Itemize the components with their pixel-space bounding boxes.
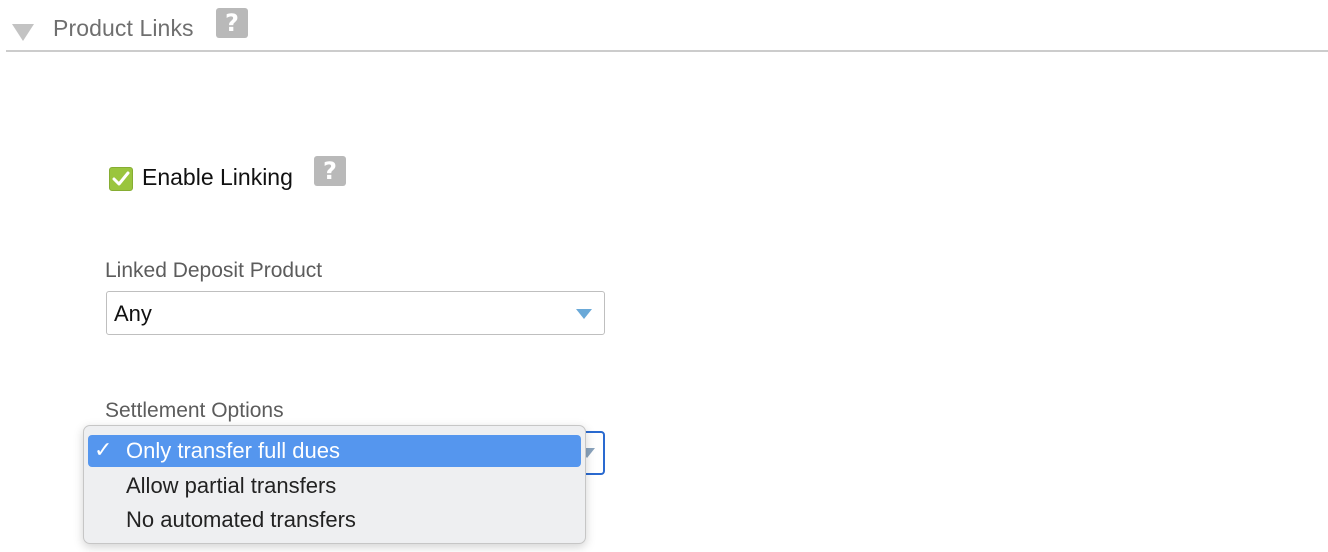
settlement-options-dropdown: ✓ Only transfer full dues Allow partial … <box>83 425 586 544</box>
option-label: Allow partial transfers <box>126 473 337 498</box>
chevron-down-icon <box>576 309 592 319</box>
section-header[interactable]: Product Links ? <box>0 0 1328 52</box>
section-title: Product Links <box>53 15 194 41</box>
linked-deposit-product-select[interactable]: Any <box>106 291 605 335</box>
section-divider <box>6 50 1328 52</box>
checkmark-icon <box>112 171 130 186</box>
option-label: Only transfer full dues <box>126 438 340 463</box>
enable-linking-label[interactable]: Enable Linking <box>142 164 293 191</box>
triangle-down-icon[interactable] <box>12 24 34 41</box>
help-icon[interactable]: ? <box>216 8 248 38</box>
enable-linking-checkbox[interactable] <box>109 167 133 191</box>
dropdown-option[interactable]: Allow partial transfers <box>88 470 581 502</box>
select-value: Any <box>114 301 152 326</box>
linked-deposit-product-label: Linked Deposit Product <box>105 259 323 282</box>
dropdown-option[interactable]: ✓ Only transfer full dues <box>88 435 581 467</box>
product-links-panel: Product Links ? Enable Linking ? Linked … <box>0 0 1328 552</box>
dropdown-option[interactable]: No automated transfers <box>88 504 581 536</box>
checkmark-icon: ✓ <box>94 438 113 463</box>
help-icon[interactable]: ? <box>314 156 346 186</box>
settlement-options-label: Settlement Options <box>105 399 284 422</box>
option-label: No automated transfers <box>126 507 356 532</box>
